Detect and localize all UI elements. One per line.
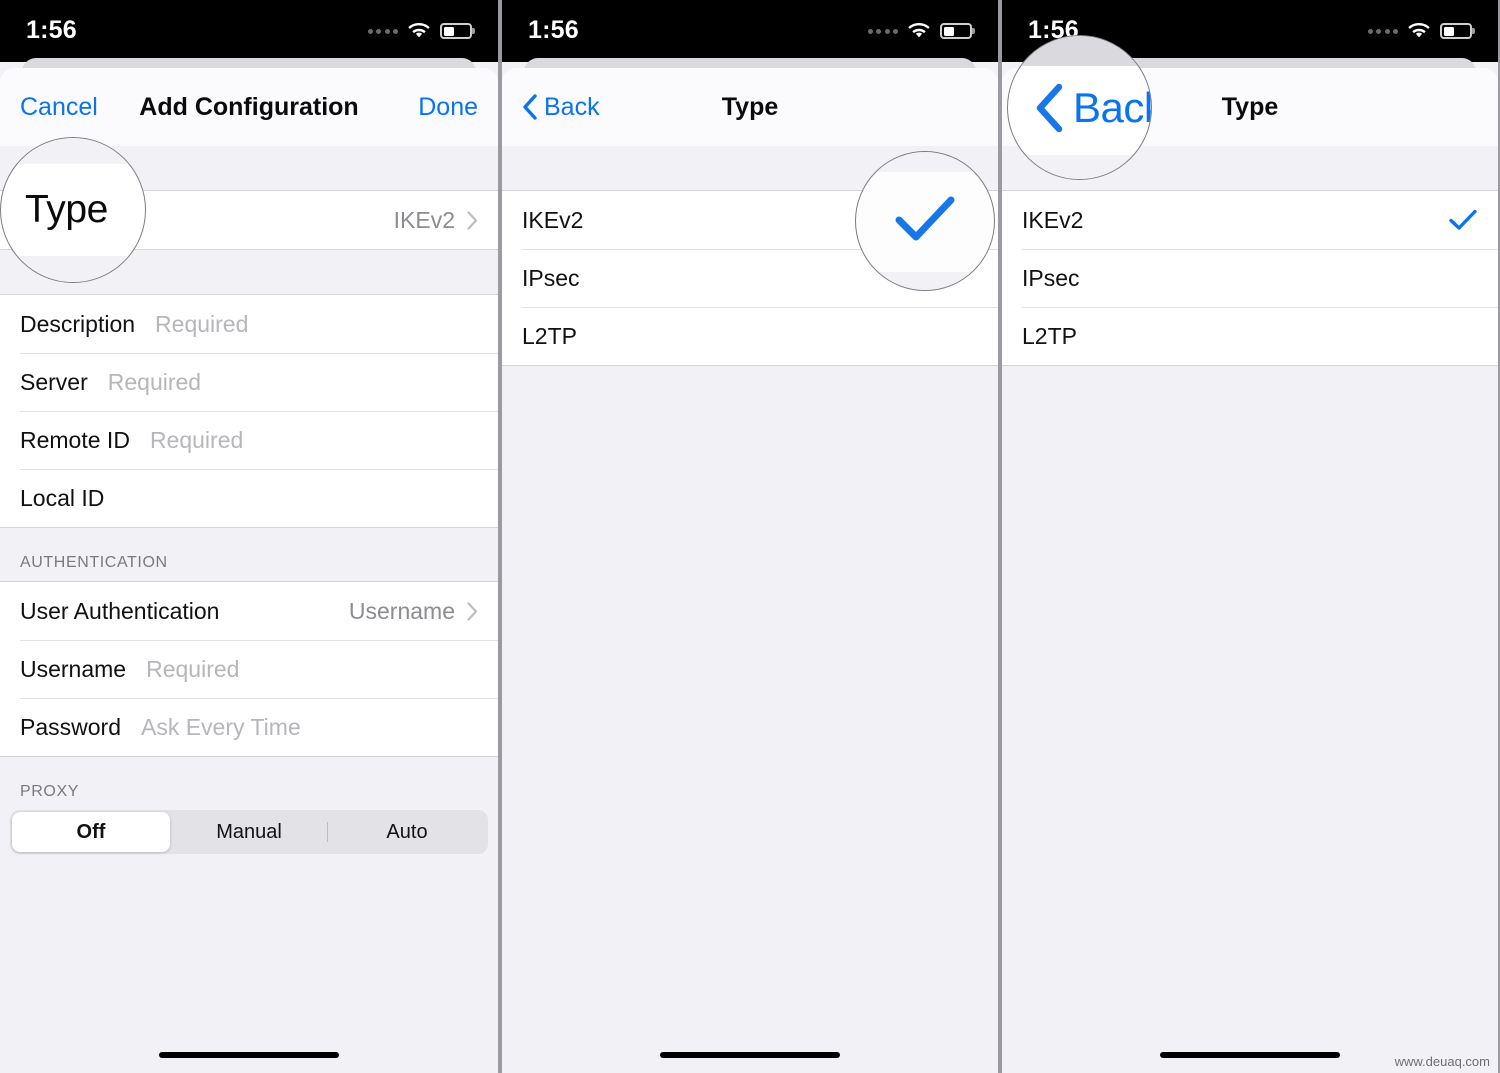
wifi-icon (907, 22, 931, 40)
nav-bar: Back Type (502, 68, 998, 146)
option-label: L2TP (1022, 322, 1077, 349)
phone-panel-type-list-checkmark: 1:56 Back Type IKEv2 IPsec L2TP (500, 0, 1000, 1073)
connection-fields-group: Description Required Server Required Rem… (0, 294, 498, 528)
row-description-input[interactable]: Required (155, 311, 248, 338)
screenshot-stage: 1:56 Cancel Add Configuration Done Type (0, 0, 1500, 1073)
proxy-option-off[interactable]: Off (12, 812, 170, 852)
row-remote-id-label: Remote ID (20, 426, 130, 453)
option-row-ikev2[interactable]: IKEv2 (1002, 191, 1498, 249)
signal-dots-icon (367, 28, 398, 34)
option-row-ipsec[interactable]: IPsec (1002, 249, 1498, 307)
proxy-section-header: PROXY (0, 757, 498, 810)
checkmark-icon (1448, 208, 1478, 232)
row-user-authentication-value: Username (348, 597, 455, 624)
option-row-l2tp[interactable]: L2TP (1002, 307, 1498, 365)
back-button[interactable]: Back (522, 93, 600, 122)
battery-icon (940, 23, 972, 39)
row-local-id-label: Local ID (20, 484, 105, 511)
phone-panel-type-list-back: 1:56 Back Type (1000, 0, 1500, 1073)
authentication-group: User Authentication Username Username Re… (0, 581, 498, 757)
status-bar: 1:56 (502, 0, 998, 62)
row-password-label: Password (20, 713, 121, 740)
battery-icon (440, 23, 472, 39)
battery-icon (1440, 23, 1472, 39)
option-label: IKEv2 (1022, 206, 1084, 233)
status-bar-indicators (367, 22, 472, 40)
row-user-authentication-label: User Authentication (20, 597, 220, 624)
row-password[interactable]: Password Ask Every Time (0, 698, 498, 756)
magnifier-checkmark (855, 151, 995, 291)
row-server-label: Server (20, 368, 88, 395)
phone-panel-add-configuration: 1:56 Cancel Add Configuration Done Type (0, 0, 500, 1073)
magnifier-checkmark-icon (891, 192, 959, 246)
row-type-value: IKEv2 (393, 206, 455, 233)
back-button-label: Back (544, 92, 600, 121)
proxy-segmented-control-wrap: Off Manual Auto (0, 810, 498, 854)
row-user-authentication[interactable]: User Authentication Username (0, 582, 498, 640)
type-options-group: IKEv2 IPsec L2TP (1002, 190, 1498, 366)
option-label: L2TP (522, 322, 577, 349)
home-indicator (660, 1052, 840, 1058)
row-username[interactable]: Username Required (0, 640, 498, 698)
chevron-left-icon (522, 94, 538, 120)
chevron-right-icon (467, 210, 478, 230)
row-description-label: Description (20, 310, 136, 337)
signal-dots-icon (867, 28, 898, 34)
wifi-icon (1407, 22, 1431, 40)
status-bar-indicators (1367, 22, 1472, 40)
magnifier-back-button: Back (1007, 35, 1152, 180)
status-bar-clock: 1:56 (26, 15, 77, 44)
option-label: IPsec (1022, 264, 1080, 291)
cancel-button[interactable]: Cancel (20, 93, 98, 122)
status-bar: 1:56 (0, 0, 498, 62)
signal-dots-icon (1367, 28, 1398, 34)
magnifier-type-row: Type (0, 137, 146, 283)
proxy-option-manual[interactable]: Manual (170, 812, 328, 852)
proxy-option-auto[interactable]: Auto (328, 812, 486, 852)
row-password-input[interactable]: Ask Every Time (141, 714, 301, 741)
row-server[interactable]: Server Required (0, 353, 498, 411)
magnifier-back-label: Back (1073, 83, 1151, 131)
done-button[interactable]: Done (418, 93, 478, 122)
watermark: www.deuaq.com (1394, 1054, 1490, 1069)
proxy-segmented-control[interactable]: Off Manual Auto (10, 810, 488, 854)
row-username-input[interactable]: Required (146, 656, 239, 683)
home-indicator (1160, 1052, 1340, 1058)
row-remote-id[interactable]: Remote ID Required (0, 411, 498, 469)
row-server-input[interactable]: Required (108, 369, 201, 396)
row-username-label: Username (20, 655, 127, 682)
option-label: IPsec (522, 264, 580, 291)
row-remote-id-input[interactable]: Required (150, 427, 243, 454)
option-row-l2tp[interactable]: L2TP (502, 307, 998, 365)
modal-sheet: Back Type IKEv2 IPsec L2TP (1002, 68, 1498, 1073)
status-bar-clock: 1:56 (528, 15, 579, 44)
row-description[interactable]: Description Required (0, 295, 498, 353)
authentication-section-header: AUTHENTICATION (0, 528, 498, 581)
nav-bar: Cancel Add Configuration Done (0, 68, 498, 146)
status-bar-indicators (867, 22, 972, 40)
wifi-icon (407, 22, 431, 40)
option-label: IKEv2 (522, 206, 584, 233)
home-indicator (159, 1052, 339, 1058)
chevron-right-icon (467, 601, 478, 621)
magnifier-type-label: Type (25, 188, 108, 231)
row-local-id[interactable]: Local ID (0, 469, 498, 527)
magnifier-chevron-left-icon (1034, 83, 1064, 133)
